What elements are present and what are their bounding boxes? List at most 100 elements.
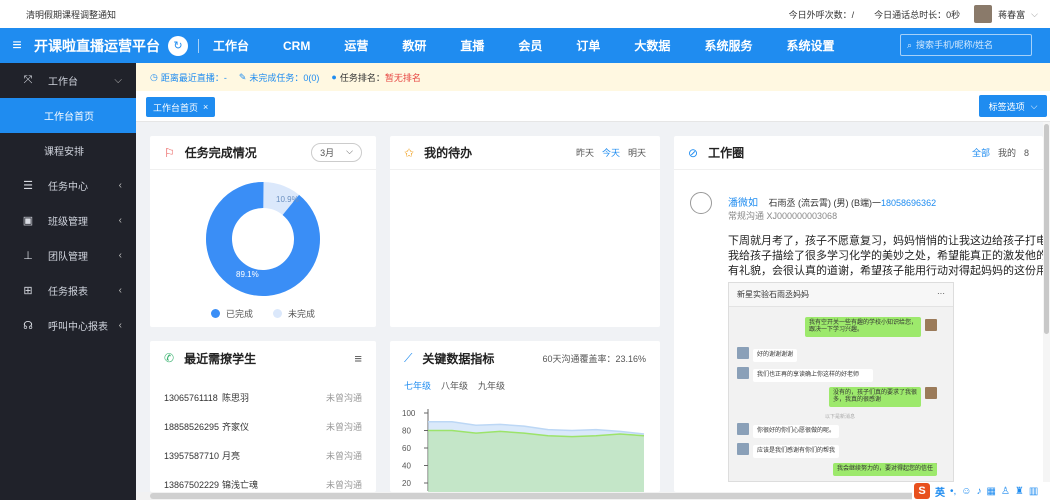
sidebar-item-label: 班级管理: [48, 217, 88, 228]
tab-grade-9[interactable]: 九年级: [478, 379, 505, 392]
sidebar-item-label: 呼叫中心报表: [48, 322, 108, 333]
hamburger-menu-icon[interactable]: ≡: [0, 37, 34, 55]
chevron-down-icon: ⌵: [114, 75, 122, 86]
tab-workbench-home[interactable]: 工作台首页 ×: [146, 97, 216, 117]
table-row[interactable]: 13957587710 月亮 未曾沟通: [150, 441, 376, 470]
announcement-notice[interactable]: 清明假期课程调整通知: [26, 8, 769, 21]
filter-today[interactable]: 今天: [602, 146, 620, 159]
table-row[interactable]: 18858526295 齐家仪 未曾沟通: [150, 412, 376, 441]
nav-operations[interactable]: 运营: [344, 37, 368, 54]
card-header: ✆ 最近需撩学生 ≡: [150, 341, 376, 375]
filter-all[interactable]: 全部: [972, 146, 990, 159]
nav-crm[interactable]: CRM: [283, 39, 310, 53]
nav-bigdata[interactable]: 大数据: [634, 37, 670, 54]
sidebar-item-task-center[interactable]: ☰ 任务中心 ‹: [0, 168, 136, 203]
sidebar-item-workbench[interactable]: ⤧ 工作台 ⌵: [0, 63, 136, 98]
chat-screenshot-image[interactable]: 新星实验石雨丞妈妈 ··· 我有空开关一些有趣的学校小知识给您，跟决一下学习兴趣…: [728, 282, 954, 482]
headset-icon: ☊: [23, 320, 33, 332]
nav-workbench[interactable]: 工作台: [213, 37, 249, 54]
sidebar-item-label: 任务报表: [48, 287, 88, 298]
donut-legend: 已完成 未完成: [150, 307, 376, 320]
tag-options-label: 标签选项: [988, 101, 1025, 112]
legend-dot: [210, 309, 220, 318]
feed-user-name[interactable]: 潘微如: [728, 198, 758, 209]
list-menu-icon[interactable]: ≡: [354, 351, 362, 366]
user-icon[interactable]: ♙: [1001, 486, 1010, 497]
chevron-left-icon: ‹: [118, 215, 122, 226]
student-name: 陈思羽: [222, 393, 250, 403]
legend-incomplete[interactable]: 未完成: [273, 307, 315, 320]
tab-grade-8[interactable]: 八年级: [441, 379, 468, 392]
sidebar-item-call-report[interactable]: ☊ 呼叫中心报表 ‹: [0, 308, 136, 343]
incomplete-tasks[interactable]: 未完成任务：0(0): [249, 71, 319, 84]
sidebar-item-class-mgmt[interactable]: ▣ 班级管理 ‹: [0, 203, 136, 238]
tab-bar: 工作台首页 × 标签选项 ⌵: [136, 91, 1050, 122]
emoji-icon[interactable]: ☺: [961, 486, 971, 497]
search-input[interactable]: [916, 40, 1027, 50]
chat-bubble: 你很好的你们心愿很做的呢。: [753, 425, 840, 438]
close-icon[interactable]: ×: [203, 102, 208, 112]
sidebar-item-schedule[interactable]: 课程安排: [0, 133, 136, 168]
chat-bubble: 我们也正再的享读确上你这样的好老师: [753, 369, 873, 382]
sidebar-item-task-report[interactable]: ⊞ 任务报表 ‹: [0, 273, 136, 308]
y-tick-label: 80: [402, 427, 411, 436]
main-navbar: ≡ 开课啦直播运营平台 ↻ 工作台 CRM 运营 教研 直播 会员 订单 大数据…: [0, 28, 1050, 63]
chat-avatar: [737, 367, 749, 379]
feed-phone[interactable]: 18058696362: [881, 198, 936, 208]
donut-chart: 10.9% 89.1%: [206, 182, 320, 296]
scrollbar-thumb[interactable]: [150, 493, 930, 499]
nav-system-settings[interactable]: 系统设置: [786, 37, 834, 54]
month-select[interactable]: 3月 ⌵: [311, 143, 362, 162]
outbound-call-count: 今日外呼次数：/: [788, 9, 855, 20]
keyboard-icon[interactable]: ▦: [987, 486, 996, 497]
clock-icon: ◷: [150, 71, 158, 82]
list-icon: ☰: [23, 180, 33, 192]
legend-completed[interactable]: 已完成: [210, 307, 253, 320]
student-status: 未曾沟通: [325, 422, 362, 432]
chat-avatar: [737, 443, 749, 455]
avatar: [974, 5, 993, 23]
card-header: ✩ 我的待办 昨天 今天 明天: [390, 136, 660, 170]
filter-tomorrow[interactable]: 明天: [628, 146, 646, 159]
horizontal-scrollbar[interactable]: [136, 492, 1043, 500]
tab-grade-7[interactable]: 七年级: [404, 379, 431, 392]
sidebar-item-home[interactable]: 工作台首页: [0, 98, 136, 133]
ime-lang[interactable]: 英: [935, 484, 945, 499]
chat-bubble: 好的谢谢谢谢: [753, 349, 798, 362]
student-status: 未曾沟通: [325, 393, 362, 403]
chevron-left-icon: ‹: [118, 250, 122, 261]
nav-orders[interactable]: 订单: [576, 37, 600, 54]
ime-logo-icon[interactable]: S: [914, 483, 930, 499]
table-row[interactable]: 13065761118 陈思羽 未曾沟通: [150, 383, 376, 412]
refresh-icon[interactable]: ↻: [168, 35, 188, 56]
shirt-icon[interactable]: ♜: [1015, 486, 1024, 497]
student-name: 锦浅亡魂: [222, 480, 259, 490]
tag-options-button[interactable]: 标签选项 ⌵: [979, 95, 1047, 117]
punctuation-icon[interactable]: •,: [950, 486, 956, 497]
nav-live[interactable]: 直播: [460, 37, 484, 54]
vertical-scrollbar[interactable]: [1043, 122, 1050, 500]
scrollbar-thumb[interactable]: [1044, 124, 1049, 334]
grid-icon[interactable]: ▥: [1029, 486, 1038, 497]
user-menu[interactable]: 蒋春富 ⌵: [974, 5, 1038, 23]
nav-research[interactable]: 教研: [402, 37, 426, 54]
nav-system-services[interactable]: 系统服务: [704, 37, 752, 54]
feed-avatar[interactable]: [690, 192, 712, 214]
sidebar-item-team-mgmt[interactable]: ⊥ 团队管理 ‹: [0, 238, 136, 273]
rank-value: 暂无排名: [384, 72, 421, 83]
nav-members[interactable]: 会员: [518, 37, 542, 54]
brand-title: 开课啦直播运营平台: [34, 37, 160, 54]
student-status: 未曾沟通: [325, 480, 362, 490]
flag-icon: ⚐: [164, 145, 175, 160]
org-chart-icon: ⊥: [23, 250, 33, 262]
chevron-left-icon: ‹: [118, 320, 122, 331]
table-row[interactable]: 13867502229 锦浅亡魂 未曾沟通: [150, 470, 376, 492]
completed-pct-label: 89.1%: [236, 270, 259, 279]
mic-icon[interactable]: ♪: [977, 486, 982, 497]
filter-yesterday[interactable]: 昨天: [576, 146, 594, 159]
filter-mine[interactable]: 我的: [998, 146, 1016, 159]
ime-toolbar: S 英 •, ☺ ♪ ▦ ♙ ♜ ▥: [912, 482, 1050, 500]
filter-more[interactable]: 8: [1024, 148, 1029, 158]
card-header: ⟋ 关键数据指标 60天沟通覆盖率：23.16%: [390, 341, 660, 375]
top-bar: 清明假期课程调整通知 今日外呼次数：/ 今日通话总时长：0秒 蒋春富 ⌵: [0, 0, 1050, 28]
